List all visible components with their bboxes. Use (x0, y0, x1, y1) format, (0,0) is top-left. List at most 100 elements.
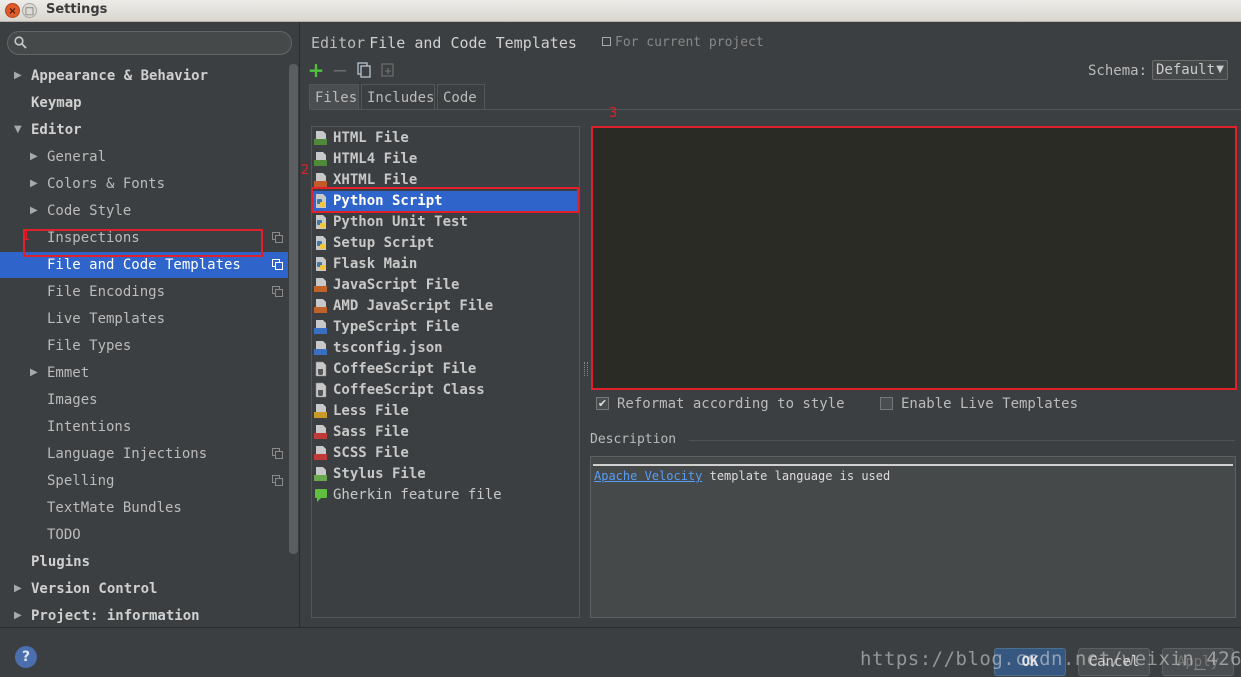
template-list-label: AMD JavaScript File (333, 298, 494, 314)
chevron-right-icon[interactable]: ▶ (30, 198, 38, 224)
tree-item-editor[interactable]: ▼ Editor (0, 117, 288, 143)
template-list-item[interactable]: HTML4 File (312, 149, 579, 170)
tab-code[interactable]: Code (437, 84, 485, 110)
search-input[interactable] (32, 34, 282, 52)
tree-item-version-control[interactable]: ▶ Version Control (0, 576, 288, 602)
template-list-item[interactable]: JavaScript File (312, 275, 579, 296)
project-level-icon (272, 232, 283, 243)
schema-dropdown[interactable]: Default ▼ (1152, 60, 1228, 80)
template-list-item[interactable]: Less File (312, 401, 579, 422)
tree-item-images[interactable]: Images (0, 387, 288, 413)
apache-velocity-link[interactable]: Apache Velocity (594, 469, 702, 483)
template-list-label: Stylus File (333, 466, 426, 482)
for-project-note: For current project (602, 35, 764, 50)
tree-item-todo[interactable]: TODO (0, 522, 288, 548)
template-list-label: Gherkin feature file (333, 487, 502, 503)
tree-item-appearance-behavior[interactable]: ▶ Appearance & Behavior (0, 63, 288, 89)
template-list-label: CoffeeScript Class (333, 382, 485, 398)
add-template-button[interactable]: + (306, 60, 326, 80)
help-button[interactable]: ? (15, 646, 37, 668)
watermark: https://blog.csdn.net/weixin_42696066 (860, 648, 1241, 670)
template-list-item[interactable]: Python Unit Test (312, 212, 579, 233)
tab-includes[interactable]: Includes (361, 84, 435, 110)
splitter-handle[interactable] (584, 362, 588, 376)
tree-item-code-style[interactable]: ▶ Code Style (0, 198, 288, 224)
close-window-button[interactable]: × (5, 3, 20, 18)
search-box[interactable] (7, 31, 292, 55)
template-list-item[interactable]: TypeScript File (312, 317, 579, 338)
tree-item-intentions[interactable]: Intentions (0, 414, 288, 440)
description-text: Apache Velocity template language is use… (594, 469, 890, 483)
copy-template-button[interactable] (354, 60, 374, 80)
template-list-label: Flask Main (333, 256, 418, 272)
chevron-right-icon[interactable]: ▶ (14, 603, 22, 629)
chevron-down-icon[interactable]: ▼ (14, 117, 22, 143)
annotation-number-2: 2 (301, 163, 310, 178)
project-level-icon (272, 448, 283, 459)
tree-item-keymap[interactable]: Keymap (0, 90, 288, 116)
maximize-window-button[interactable]: □ (22, 3, 37, 18)
template-list-item[interactable]: AMD JavaScript File (312, 296, 579, 317)
window-title: Settings (46, 2, 108, 17)
dialog-footer: ? OK Cancel Apply https://blog.csdn.net/… (0, 627, 1241, 677)
template-list-item[interactable]: Flask Main (312, 254, 579, 275)
reformat-option[interactable]: ✔ Reformat according to style (596, 396, 856, 414)
tree-item-textmate-bundles[interactable]: TextMate Bundles (0, 495, 288, 521)
tree-item-label: Emmet (47, 365, 90, 381)
template-list-item[interactable]: CoffeeScript Class (312, 380, 579, 401)
tree-item-project[interactable]: ▶ Project: information (0, 603, 288, 629)
chevron-right-icon[interactable]: ▶ (30, 144, 38, 170)
chevron-right-icon[interactable]: ▶ (30, 171, 38, 197)
template-list-label: Python Unit Test (333, 214, 468, 230)
template-list-item[interactable]: Gherkin feature file (312, 485, 579, 506)
tab-files[interactable]: Files (309, 84, 359, 110)
tree-item-file-encodings[interactable]: File Encodings (0, 279, 288, 305)
template-list-label: HTML4 File (333, 151, 418, 167)
description-body: template language is used (702, 469, 891, 483)
live-templates-label: Enable Live Templates (901, 396, 1079, 412)
tree-item-label: Images (47, 392, 98, 408)
remove-template-button[interactable]: − (330, 60, 350, 80)
template-list-item[interactable]: Setup Script (312, 233, 579, 254)
schema-value: Default (1156, 62, 1216, 78)
chevron-right-icon[interactable]: ▶ (14, 63, 22, 89)
sidebar-scrollbar[interactable] (289, 64, 298, 554)
html-file-icon (314, 173, 327, 187)
reformat-checkbox[interactable]: ✔ (596, 397, 609, 410)
template-list-item[interactable]: HTML File (312, 128, 579, 149)
live-templates-checkbox[interactable] (880, 397, 893, 410)
tabs-divider (309, 109, 1241, 110)
chevron-down-icon: ▼ (1216, 64, 1224, 75)
tree-item-colors-fonts[interactable]: ▶ Colors & Fonts (0, 171, 288, 197)
breadcrumb-parent: Editor (311, 34, 366, 52)
description-divider (689, 440, 1235, 441)
javascript-file-icon (314, 299, 327, 313)
reset-template-button[interactable] (378, 60, 398, 80)
annotation-box-2 (311, 187, 579, 213)
template-list-item[interactable]: Stylus File (312, 464, 579, 485)
page-title: File and Code Templates (369, 34, 577, 52)
tree-item-label: File Encodings (47, 284, 166, 300)
tree-item-live-templates[interactable]: Live Templates (0, 306, 288, 332)
tree-item-plugins[interactable]: Plugins (0, 549, 288, 575)
chevron-right-icon[interactable]: ▶ (30, 360, 38, 386)
copy-icon (357, 62, 371, 78)
json-file-icon (314, 341, 327, 355)
tree-item-emmet[interactable]: ▶ Emmet (0, 360, 288, 386)
template-list-label: Setup Script (333, 235, 435, 251)
template-list-item[interactable]: CoffeeScript File (312, 359, 579, 380)
annotation-number-1: 1 (22, 229, 31, 244)
template-list-item[interactable]: tsconfig.json (312, 338, 579, 359)
tree-item-spelling[interactable]: Spelling (0, 468, 288, 494)
template-list-item[interactable]: Sass File (312, 422, 579, 443)
chevron-right-icon[interactable]: ▶ (14, 576, 22, 602)
python-icon (316, 257, 326, 271)
settings-sidebar: ▶ Appearance & Behavior Keymap ▼ Editor … (0, 22, 300, 627)
tree-item-general[interactable]: ▶ General (0, 144, 288, 170)
template-list-item[interactable]: SCSS File (312, 443, 579, 464)
tree-item-language-injections[interactable]: Language Injections (0, 441, 288, 467)
live-templates-option[interactable]: Enable Live Templates (880, 396, 1080, 414)
template-editor[interactable] (591, 126, 1237, 390)
tree-item-label: Intentions (47, 419, 132, 435)
tree-item-file-types[interactable]: File Types (0, 333, 288, 359)
